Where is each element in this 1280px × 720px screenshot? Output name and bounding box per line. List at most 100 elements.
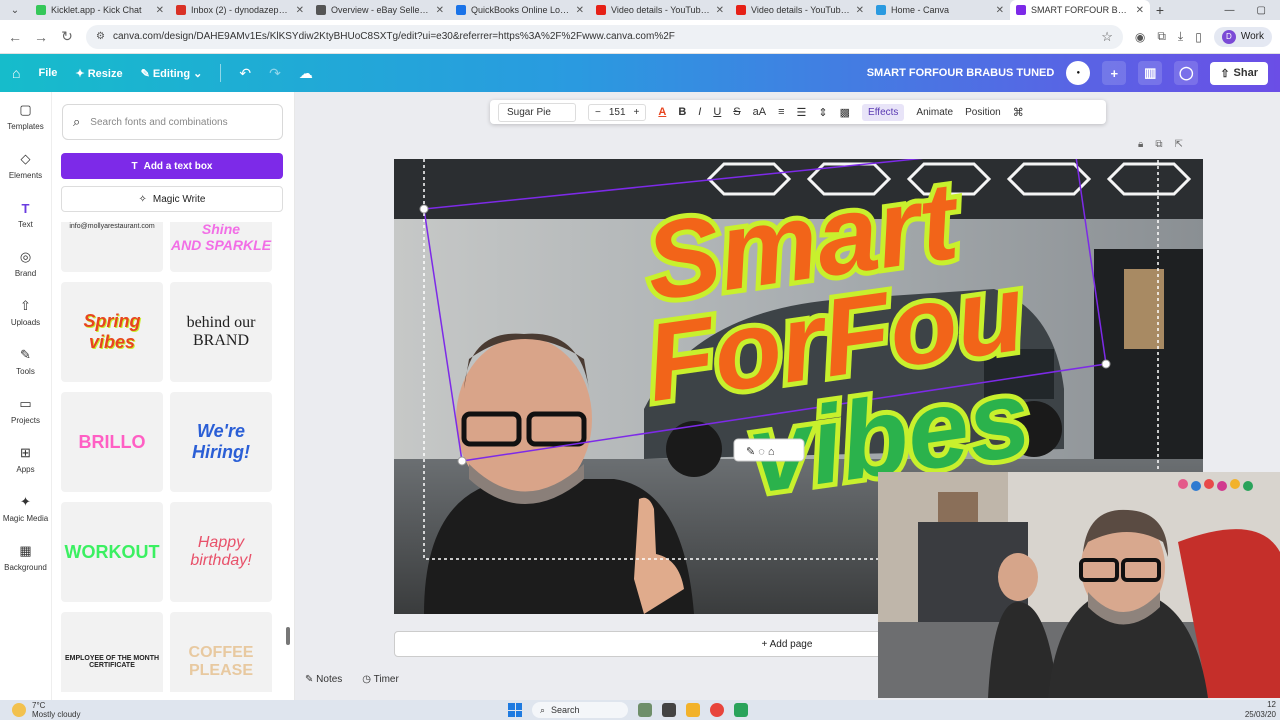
text-color-icon[interactable]: A <box>658 106 666 118</box>
site-info-icon[interactable]: ⚙ <box>96 31 105 42</box>
add-collaborator-icon[interactable]: + <box>1102 61 1127 85</box>
underline-icon[interactable]: U <box>713 106 721 118</box>
font-size-value[interactable]: 151 <box>609 107 626 118</box>
system-clock[interactable]: 12 25/03/20 <box>1245 700 1276 720</box>
duplicate-page-icon[interactable]: ⧉ <box>1155 139 1162 150</box>
panel-scroll-thumb[interactable] <box>286 627 290 645</box>
spacing-icon[interactable]: ⇕ <box>818 106 827 119</box>
windows-start-icon[interactable] <box>508 703 522 717</box>
case-icon[interactable]: aA <box>753 106 766 118</box>
tab-close-icon[interactable]: ✕ <box>1136 5 1144 16</box>
resize-button[interactable]: ✦ Resize <box>75 67 122 80</box>
tab-close-icon[interactable]: ✕ <box>716 5 724 16</box>
design-title[interactable]: SMART FORFOUR BRABUS TUNED <box>867 67 1055 79</box>
sidepanel-icon[interactable]: ▯ <box>1195 30 1202 44</box>
tab-close-icon[interactable]: ✕ <box>156 5 164 16</box>
download-icon[interactable]: ⤓ <box>1178 29 1183 44</box>
user-avatar[interactable]: ● <box>1066 61 1091 85</box>
minimize-icon[interactable]: — <box>1225 5 1235 16</box>
file-explorer-icon[interactable] <box>686 703 700 717</box>
notes-button[interactable]: ✎ Notes <box>305 674 342 685</box>
font-combo-tile[interactable]: Shine AND SPARKLE <box>170 222 272 272</box>
comments-icon[interactable]: ◯ <box>1174 61 1199 85</box>
panel-scrollbar[interactable] <box>285 222 291 692</box>
magic-write-button[interactable]: ✧ Magic Write <box>61 186 283 212</box>
font-combo-tile[interactable]: behind our BRAND <box>170 282 272 382</box>
editing-mode-button[interactable]: ✎ Editing ⌄ <box>141 67 203 80</box>
task-view-icon[interactable] <box>662 703 676 717</box>
tab-close-icon[interactable]: ✕ <box>296 5 304 16</box>
tab-close-icon[interactable]: ✕ <box>996 5 1004 16</box>
font-size-stepper[interactable]: − 151 + <box>588 103 647 121</box>
extensions-puzzle-icon[interactable]: ⧉ <box>1157 29 1166 44</box>
effects-button[interactable]: Effects <box>862 103 905 121</box>
font-combo-tile[interactable]: WORKOUT <box>61 502 163 602</box>
forward-icon[interactable]: → <box>34 29 48 45</box>
font-selector[interactable]: Sugar Pie <box>498 102 576 122</box>
undo-icon[interactable]: ↶ <box>239 65 251 82</box>
browser-tab[interactable]: Inbox (2) - dynodazepp@ ✕ <box>170 0 310 20</box>
app-icon[interactable] <box>734 703 748 717</box>
font-combo-tile[interactable]: EMPLOYEE OF THE MONTH CERTIFICATE <box>61 612 163 692</box>
tab-close-icon[interactable]: ✕ <box>576 5 584 16</box>
add-text-box-button[interactable]: T Add a text box <box>61 153 283 179</box>
tab-list-chevron-icon[interactable]: ⌄ <box>0 5 30 16</box>
strikethrough-icon[interactable]: S <box>733 106 740 118</box>
rail-item-uploads[interactable]: ⇧ Uploads <box>0 288 51 337</box>
timer-button[interactable]: ◷ Timer <box>362 674 399 685</box>
font-combo-tile[interactable]: TALK TO US (04) 299 3988 2092 +76 209 10… <box>61 222 163 272</box>
rail-item-text[interactable]: T Text <box>0 190 51 239</box>
file-menu[interactable]: File <box>38 67 57 79</box>
browser-tab[interactable]: SMART FORFOUR BRABUS TUNED ✕ <box>1010 0 1150 20</box>
redo-icon[interactable]: ↷ <box>269 65 281 82</box>
search-input[interactable]: ⌕ Search fonts and combinations <box>62 104 283 140</box>
rail-item-background[interactable]: ▦ Background <box>0 533 51 582</box>
rail-item-brand[interactable]: ◎ Brand <box>0 239 51 288</box>
font-combo-tile[interactable]: We're Hiring! <box>170 392 272 492</box>
bold-icon[interactable]: B <box>678 106 686 118</box>
rail-item-templates[interactable]: ▢ Templates <box>0 92 51 141</box>
share-button[interactable]: ⇧ Shar <box>1210 61 1268 85</box>
position-button[interactable]: Position <box>965 107 1001 118</box>
bookmark-star-icon[interactable]: ☆ <box>1101 29 1113 45</box>
font-combo-tile[interactable]: BRILLO <box>61 392 163 492</box>
tab-close-icon[interactable]: ✕ <box>436 5 444 16</box>
browser-tab[interactable]: Kicklet.app - Kick Chat ✕ <box>30 0 170 20</box>
rail-item-projects[interactable]: ▭ Projects <box>0 386 51 435</box>
copilot-icon[interactable] <box>638 703 652 717</box>
insights-chart-icon[interactable]: ▥ <box>1138 61 1163 85</box>
tab-close-icon[interactable]: ✕ <box>856 5 864 16</box>
weather-widget[interactable]: 7°C Mostly cloudy <box>12 701 80 719</box>
font-combo-tile[interactable]: Spring vibes <box>61 282 163 382</box>
back-icon[interactable]: ← <box>8 29 22 45</box>
transparency-icon[interactable]: ▩ <box>840 106 850 119</box>
reload-icon[interactable]: ↻ <box>60 28 74 45</box>
browser-tab[interactable]: Video details - YouTube Studio ✕ <box>730 0 870 20</box>
maximize-icon[interactable]: ▢ <box>1257 5 1266 16</box>
home-icon[interactable]: ⌂ <box>12 65 20 81</box>
align-center-icon[interactable]: ≡ <box>778 106 784 118</box>
decrease-size-icon[interactable]: − <box>595 107 601 118</box>
url-field[interactable]: ⚙ canva.com/design/DAHE9AMv1Es/KlKSYdiw2… <box>86 24 1123 49</box>
cloud-saved-icon[interactable]: ☁ <box>299 65 313 82</box>
rail-item-tools[interactable]: ✎ Tools <box>0 337 51 386</box>
font-combo-tile[interactable]: Happy birthday! <box>170 502 272 602</box>
profile-chip[interactable]: D Work <box>1213 26 1272 47</box>
rail-item-apps[interactable]: ⊞ Apps <box>0 435 51 484</box>
rail-item-elements[interactable]: ◇ Elements <box>0 141 51 190</box>
extension-icon[interactable]: ◉ <box>1135 30 1145 44</box>
italic-icon[interactable]: I <box>698 106 701 118</box>
font-combo-tile[interactable]: COFFEE PLEASE <box>170 612 272 692</box>
list-icon[interactable]: ☰ <box>797 106 807 119</box>
copy-style-icon[interactable]: ⌘ <box>1013 106 1024 119</box>
browser-tab[interactable]: Overview - eBay Seller Hub ✕ <box>310 0 450 20</box>
taskbar-search[interactable]: ⌕ Search <box>532 702 628 718</box>
add-page-icon[interactable]: ⇱ <box>1174 139 1182 150</box>
rail-item-magic-media[interactable]: ✦ Magic Media <box>0 484 51 533</box>
lock-page-icon[interactable]: 🔒︎ <box>1138 139 1143 150</box>
browser-tab[interactable]: Video details - YouTube Studio ✕ <box>590 0 730 20</box>
animate-button[interactable]: Animate <box>916 107 953 118</box>
increase-size-icon[interactable]: + <box>634 107 640 118</box>
browser-tab[interactable]: QuickBooks Online Login ✕ <box>450 0 590 20</box>
chrome-icon[interactable] <box>710 703 724 717</box>
